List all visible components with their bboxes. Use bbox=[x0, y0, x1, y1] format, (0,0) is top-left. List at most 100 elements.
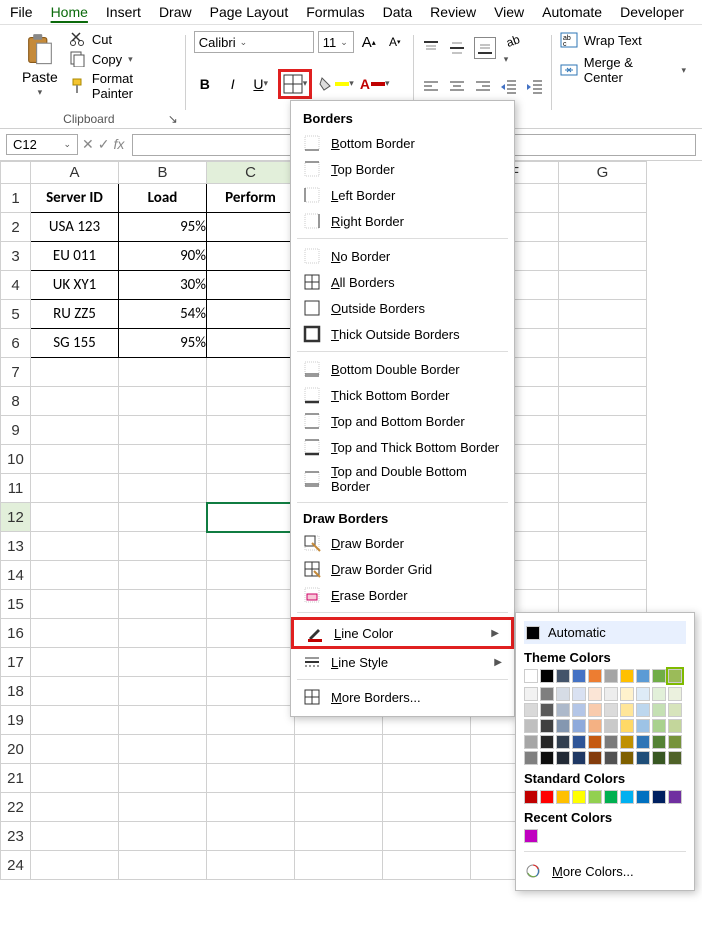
row-header-13[interactable]: 13 bbox=[1, 532, 31, 561]
cell-D22[interactable] bbox=[295, 793, 383, 822]
cell-G2[interactable] bbox=[559, 213, 647, 242]
cell-C20[interactable] bbox=[207, 735, 295, 764]
dialog-launcher-icon[interactable]: ↘ bbox=[168, 112, 178, 126]
cell-A1[interactable]: Server ID bbox=[31, 184, 119, 213]
cell-D21[interactable] bbox=[295, 764, 383, 793]
border-option-bottom-double-border[interactable]: Bottom Double Border bbox=[291, 356, 514, 382]
color-swatch[interactable] bbox=[572, 790, 586, 804]
cell-G1[interactable] bbox=[559, 184, 647, 213]
color-swatch[interactable] bbox=[636, 669, 650, 683]
increase-font-button[interactable]: A▴ bbox=[358, 31, 380, 53]
border-option-bottom-border[interactable]: Bottom Border bbox=[291, 130, 514, 156]
cell-A4[interactable]: UK XY1 bbox=[31, 271, 119, 300]
color-swatch[interactable] bbox=[588, 669, 602, 683]
row-header-19[interactable]: 19 bbox=[1, 706, 31, 735]
cell-C6[interactable] bbox=[207, 329, 295, 358]
color-swatch[interactable] bbox=[572, 735, 586, 749]
cell-C8[interactable] bbox=[207, 387, 295, 416]
cell-E23[interactable] bbox=[383, 822, 471, 851]
row-header-24[interactable]: 24 bbox=[1, 851, 31, 880]
color-swatch[interactable] bbox=[540, 719, 554, 733]
border-option-outside-borders[interactable]: Outside Borders bbox=[291, 295, 514, 321]
color-swatch[interactable] bbox=[556, 703, 570, 717]
color-swatch[interactable] bbox=[668, 751, 682, 765]
borders-button[interactable]: ▾ bbox=[278, 69, 313, 99]
cell-C14[interactable] bbox=[207, 561, 295, 590]
font-name-combo[interactable]: Calibri⌄ bbox=[194, 31, 314, 53]
cell-B3[interactable]: 90% bbox=[119, 242, 207, 271]
color-swatch[interactable] bbox=[556, 719, 570, 733]
cell-B19[interactable] bbox=[119, 706, 207, 735]
color-swatch[interactable] bbox=[636, 790, 650, 804]
color-swatch[interactable] bbox=[636, 751, 650, 765]
row-header-17[interactable]: 17 bbox=[1, 648, 31, 677]
cell-A14[interactable] bbox=[31, 561, 119, 590]
color-swatch[interactable] bbox=[620, 719, 634, 733]
cell-C5[interactable] bbox=[207, 300, 295, 329]
cell-B2[interactable]: 95% bbox=[119, 213, 207, 242]
color-swatch[interactable] bbox=[668, 703, 682, 717]
color-swatch[interactable] bbox=[604, 735, 618, 749]
cell-B20[interactable] bbox=[119, 735, 207, 764]
name-box[interactable]: C12⌄ bbox=[6, 134, 78, 155]
border-option-thick-bottom-border[interactable]: Thick Bottom Border bbox=[291, 382, 514, 408]
align-center-button[interactable] bbox=[448, 78, 466, 96]
color-swatch[interactable] bbox=[524, 735, 538, 749]
color-swatch[interactable] bbox=[540, 703, 554, 717]
row-header-21[interactable]: 21 bbox=[1, 764, 31, 793]
color-swatch[interactable] bbox=[588, 790, 602, 804]
border-option-top-and-double-bottom-border[interactable]: Top and Double Bottom Border bbox=[291, 460, 514, 498]
cell-B16[interactable] bbox=[119, 619, 207, 648]
row-header-6[interactable]: 6 bbox=[1, 329, 31, 358]
color-swatch[interactable] bbox=[572, 687, 586, 701]
color-swatch[interactable] bbox=[652, 703, 666, 717]
color-swatch[interactable] bbox=[572, 719, 586, 733]
color-swatch[interactable] bbox=[540, 687, 554, 701]
cell-B14[interactable] bbox=[119, 561, 207, 590]
menu-page-layout[interactable]: Page Layout bbox=[210, 4, 289, 20]
italic-button[interactable]: I bbox=[222, 73, 244, 95]
col-header-C[interactable]: C bbox=[207, 162, 295, 184]
fx-icon[interactable]: fx bbox=[113, 136, 124, 153]
border-option-draw-border[interactable]: Draw Border bbox=[291, 530, 514, 556]
cell-B4[interactable]: 30% bbox=[119, 271, 207, 300]
color-swatch[interactable] bbox=[524, 687, 538, 701]
color-swatch[interactable] bbox=[524, 829, 538, 843]
color-swatch[interactable] bbox=[652, 751, 666, 765]
orientation-button[interactable]: ab▾ bbox=[504, 31, 522, 65]
copy-button[interactable]: Copy▾ bbox=[70, 51, 178, 67]
color-swatch[interactable] bbox=[556, 790, 570, 804]
align-top-button[interactable] bbox=[422, 39, 440, 57]
color-swatch[interactable] bbox=[668, 687, 682, 701]
row-header-2[interactable]: 2 bbox=[1, 213, 31, 242]
merge-center-button[interactable]: Merge & Center▾ bbox=[560, 55, 686, 85]
color-swatch[interactable] bbox=[556, 751, 570, 765]
cell-A8[interactable] bbox=[31, 387, 119, 416]
row-header-1[interactable]: 1 bbox=[1, 184, 31, 213]
color-swatch[interactable] bbox=[636, 703, 650, 717]
color-swatch[interactable] bbox=[572, 751, 586, 765]
cell-G13[interactable] bbox=[559, 532, 647, 561]
border-option-top-and-bottom-border[interactable]: Top and Bottom Border bbox=[291, 408, 514, 434]
decrease-font-button[interactable]: A▾ bbox=[384, 31, 406, 53]
color-swatch[interactable] bbox=[540, 735, 554, 749]
cell-B9[interactable] bbox=[119, 416, 207, 445]
fill-color-button[interactable]: ▾ bbox=[318, 73, 354, 95]
border-option-no-border[interactable]: No Border bbox=[291, 243, 514, 269]
cell-E21[interactable] bbox=[383, 764, 471, 793]
cell-C19[interactable] bbox=[207, 706, 295, 735]
automatic-color-option[interactable]: Automatic bbox=[524, 621, 686, 644]
color-swatch[interactable] bbox=[636, 687, 650, 701]
cell-A24[interactable] bbox=[31, 851, 119, 880]
cell-A6[interactable]: SG 155 bbox=[31, 329, 119, 358]
cell-C7[interactable] bbox=[207, 358, 295, 387]
cell-C2[interactable] bbox=[207, 213, 295, 242]
col-header-G[interactable]: G bbox=[559, 162, 647, 184]
color-swatch[interactable] bbox=[652, 687, 666, 701]
color-swatch[interactable] bbox=[556, 687, 570, 701]
row-header-16[interactable]: 16 bbox=[1, 619, 31, 648]
cell-C12[interactable] bbox=[207, 503, 295, 532]
row-header-22[interactable]: 22 bbox=[1, 793, 31, 822]
color-swatch[interactable] bbox=[540, 669, 554, 683]
cell-G14[interactable] bbox=[559, 561, 647, 590]
